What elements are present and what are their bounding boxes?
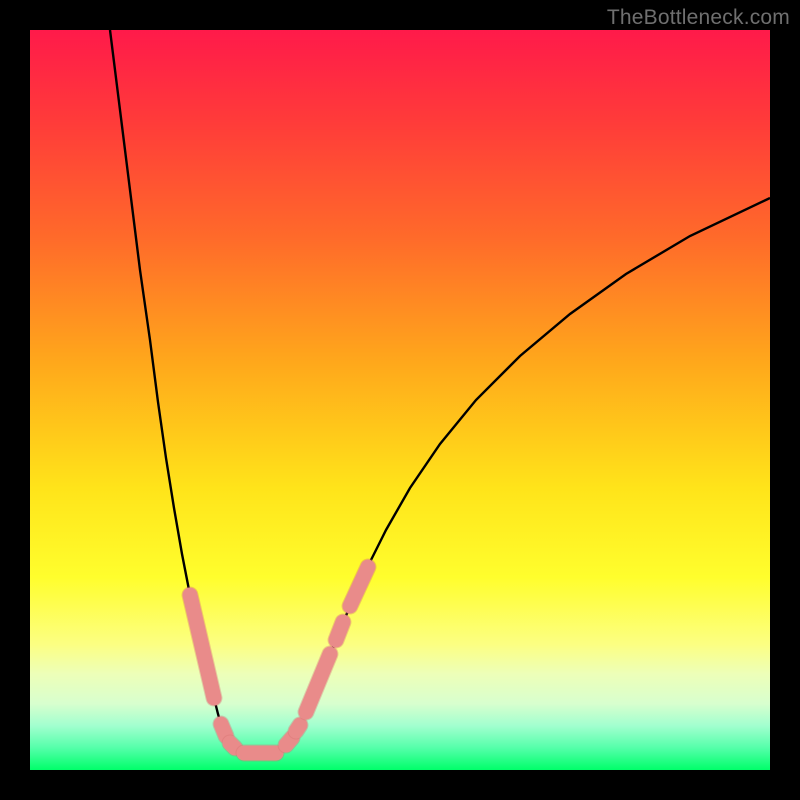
watermark-text: TheBottleneck.com [607,6,790,30]
curve-marker [286,738,292,745]
curve-marker [230,743,235,748]
bottleneck-curve [30,30,770,770]
curve-marker [336,622,343,640]
plot-area [30,30,770,770]
curve-marker [350,567,368,606]
curve-marker [296,725,300,731]
curve-marker [221,724,226,736]
chart-frame: TheBottleneck.com [0,0,800,800]
marker-group [190,567,368,753]
